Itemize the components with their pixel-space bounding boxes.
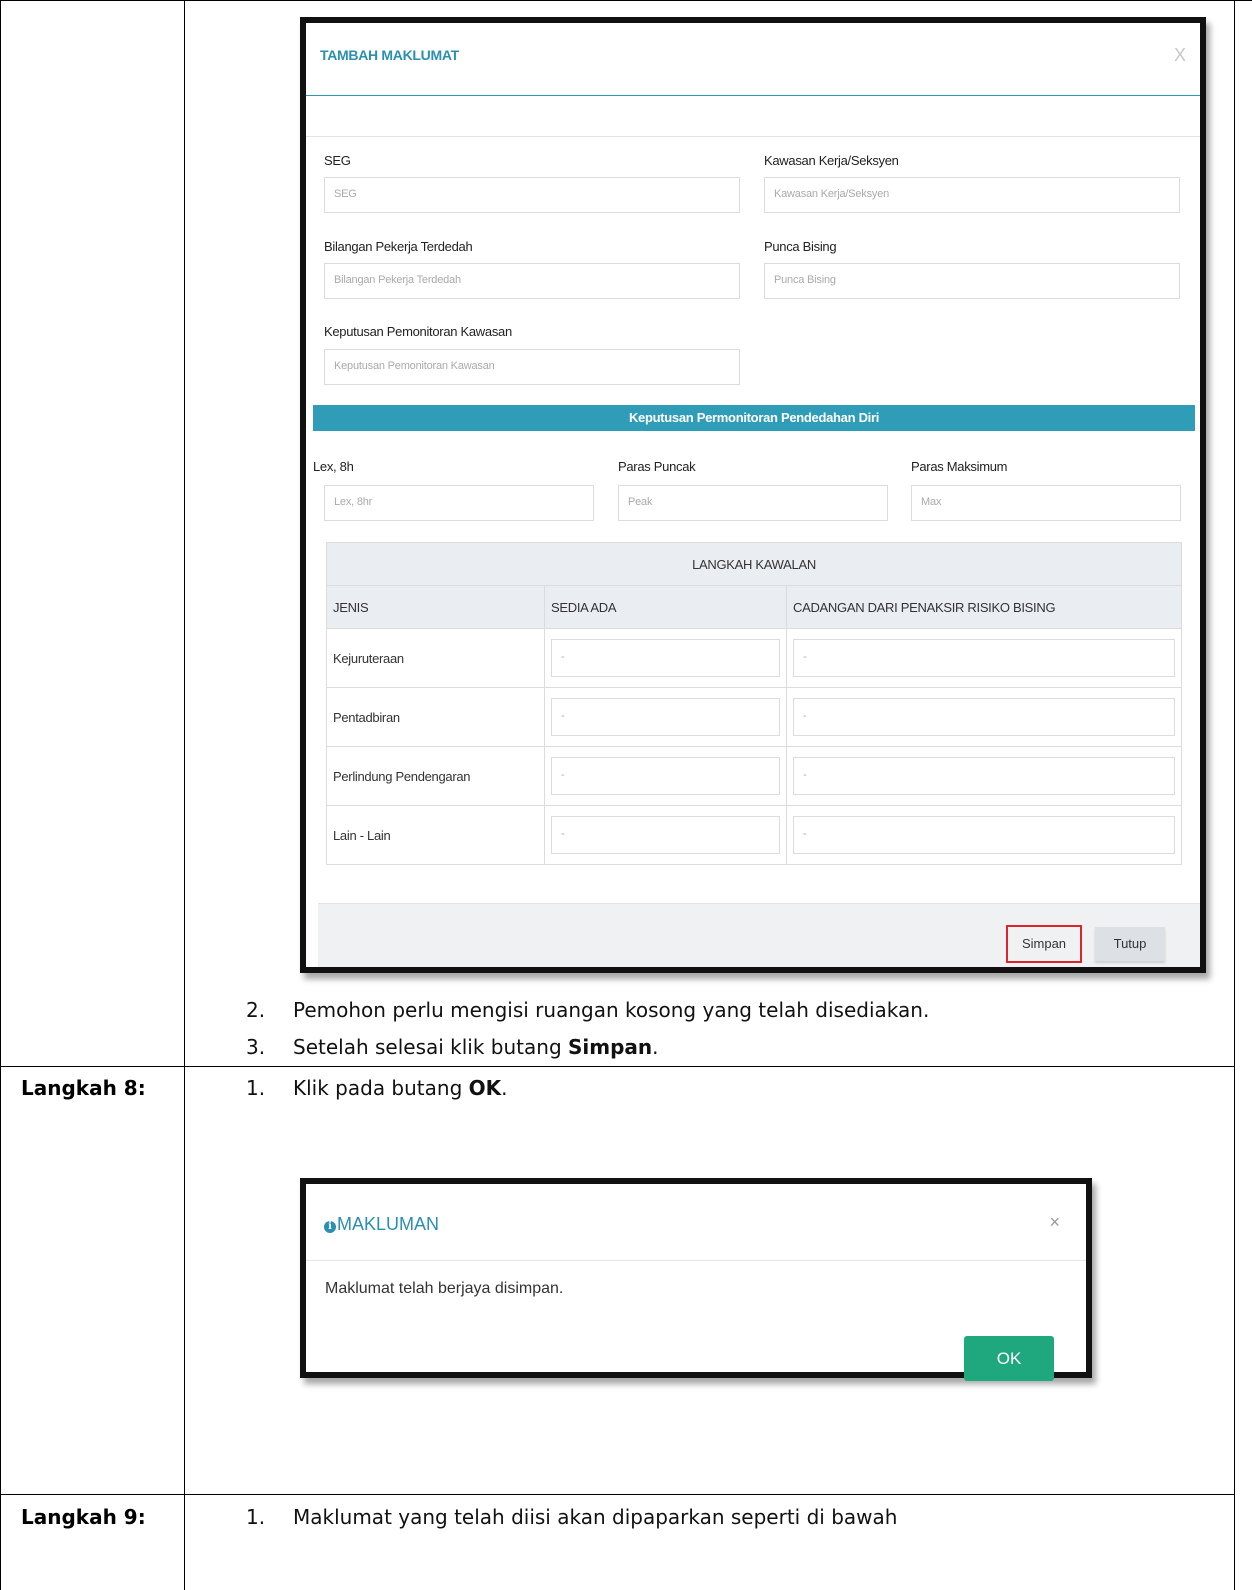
punca-label: Punca Bising xyxy=(764,239,837,254)
table-row: Pentadbiran - - xyxy=(326,687,1182,747)
seg-input[interactable]: SEG xyxy=(324,177,740,213)
table-left-border xyxy=(0,0,1,1590)
info-icon: i xyxy=(324,1221,336,1233)
sedia-ada-input[interactable]: - xyxy=(551,698,780,736)
close-icon[interactable]: × xyxy=(1049,1212,1060,1233)
sedia-ada-input[interactable]: - xyxy=(551,757,780,795)
cadangan-input[interactable]: - xyxy=(793,757,1175,795)
maksimum-label: Paras Maksimum xyxy=(911,459,1008,474)
row-label: Perlindung Pendengaran xyxy=(326,746,545,806)
column-header: CADANGAN DARI PENAKSIR RISIKO BISING xyxy=(786,585,1182,629)
puncak-label: Paras Puncak xyxy=(618,459,696,474)
sedia-ada-input[interactable]: - xyxy=(551,816,780,854)
list-item-text: Setelah selesai klik butang Simpan. xyxy=(293,1035,659,1059)
header-divider xyxy=(306,95,1200,96)
cadangan-input[interactable]: - xyxy=(793,698,1175,736)
list-item: 3. xyxy=(246,1035,265,1059)
table-row: Kejuruteraan - - xyxy=(326,628,1182,688)
seg-label: SEG xyxy=(324,153,351,168)
punca-input[interactable]: Punca Bising xyxy=(764,263,1180,299)
keputusan-label: Keputusan Pemonitoran Kawasan xyxy=(324,324,512,339)
dialog-title: i MAKLUMAN xyxy=(324,1214,439,1235)
close-icon[interactable]: X xyxy=(1174,45,1186,66)
modal-title: TAMBAH MAKLUMAT xyxy=(320,47,459,63)
list-item-text: Klik pada butang OK. xyxy=(293,1076,508,1100)
list-number: 2. xyxy=(246,998,266,1022)
lex-input[interactable]: Lex, 8hr xyxy=(324,485,594,521)
langkah-kawalan-table: LANGKAH KAWALAN JENIS SEDIA ADA CADANGAN… xyxy=(326,542,1182,865)
bilangan-label: Bilangan Pekerja Terdedah xyxy=(324,239,473,254)
step-9-label: Langkah 9: xyxy=(21,1505,146,1529)
tambah-maklumat-modal: TAMBAH MAKLUMAT X SEG SEG Kawasan Kerja/… xyxy=(300,17,1206,973)
cadangan-input[interactable]: - xyxy=(793,816,1175,854)
row-label: Pentadbiran xyxy=(326,687,545,747)
keputusan-input[interactable]: Keputusan Pemonitoran Kawasan xyxy=(324,349,740,385)
section-band: Keputusan Permonitoran Pendedahan Diri xyxy=(313,405,1195,431)
kawasan-input[interactable]: Kawasan Kerja/Seksyen xyxy=(764,177,1180,213)
tutup-button[interactable]: Tutup xyxy=(1095,927,1165,961)
lex-label: Lex, 8h xyxy=(313,459,354,474)
sedia-ada-input[interactable]: - xyxy=(551,639,780,677)
ok-button[interactable]: OK xyxy=(964,1336,1054,1381)
list-number: 1. xyxy=(246,1505,266,1529)
dialog-message: Maklumat telah berjaya disimpan. xyxy=(325,1280,564,1297)
list-item-text: Maklumat yang telah diisi akan dipaparka… xyxy=(293,1505,898,1529)
kawasan-label: Kawasan Kerja/Seksyen xyxy=(764,153,899,168)
makluman-dialog: i MAKLUMAN × Maklumat telah berjaya disim… xyxy=(300,1178,1092,1381)
table-row: Lain - Lain - - xyxy=(326,805,1182,865)
section-divider xyxy=(306,136,1200,137)
step-8-label: Langkah 8: xyxy=(21,1076,146,1100)
table-top-border xyxy=(0,0,1252,1)
row-label: Lain - Lain xyxy=(326,805,545,865)
table-row-divider xyxy=(0,1066,1235,1067)
list-number: 1. xyxy=(246,1076,266,1100)
list-item-text: Pemohon perlu mengisi ruangan kosong yan… xyxy=(293,998,930,1022)
simpan-button[interactable]: Simpan xyxy=(1006,925,1082,963)
list-number: 3. xyxy=(246,1035,266,1059)
column-header: SEDIA ADA xyxy=(544,585,787,629)
cadangan-input[interactable]: - xyxy=(793,639,1175,677)
dialog-divider xyxy=(306,1260,1086,1261)
list-item: 2. xyxy=(246,998,265,1022)
table-right-border xyxy=(1234,0,1235,1590)
table-col-divider xyxy=(184,0,185,1590)
table-title: LANGKAH KAWALAN xyxy=(326,542,1182,586)
table-row: Perlindung Pendengaran - - xyxy=(326,746,1182,806)
maksimum-input[interactable]: Max xyxy=(911,485,1181,521)
column-header: JENIS xyxy=(326,585,545,629)
bilangan-input[interactable]: Bilangan Pekerja Terdedah xyxy=(324,263,740,299)
table-row-divider xyxy=(0,1494,1235,1495)
row-label: Kejuruteraan xyxy=(326,628,545,688)
puncak-input[interactable]: Peak xyxy=(618,485,888,521)
